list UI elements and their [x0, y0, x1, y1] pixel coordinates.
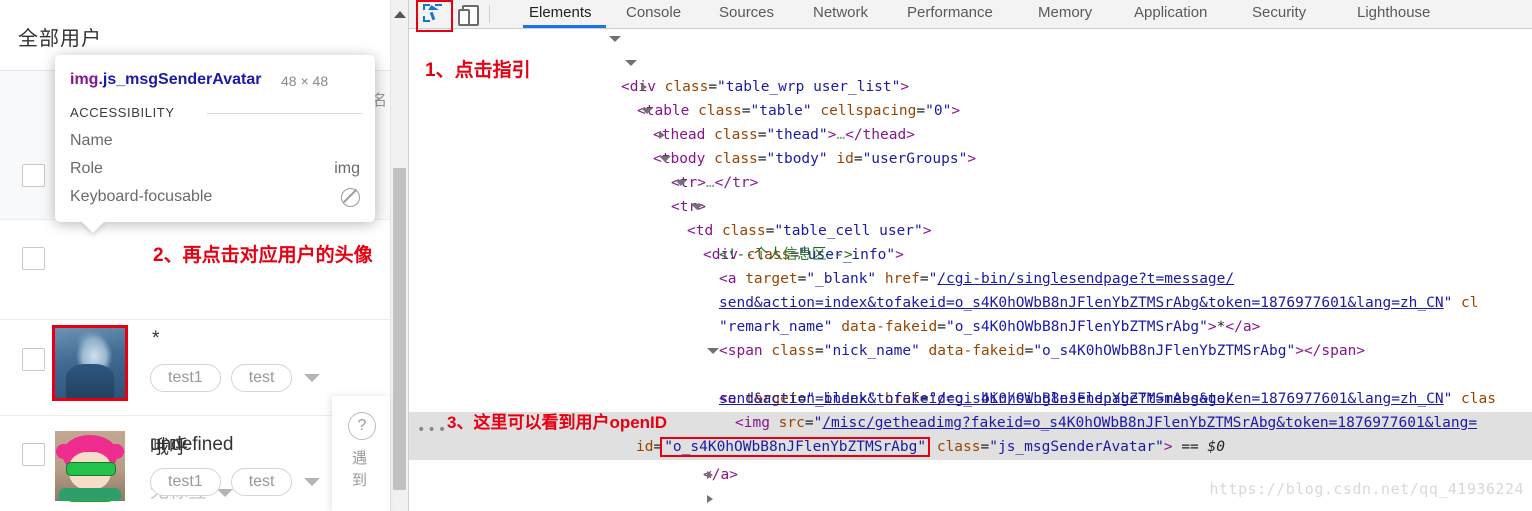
dom-line[interactable]: <tr> — [409, 147, 1532, 215]
tooltip-row-label: Role — [70, 160, 103, 177]
user-name: * — [152, 328, 160, 349]
tab-elements[interactable]: Elements — [529, 4, 592, 21]
page-title: 全部用户 — [18, 28, 102, 50]
tag-chip[interactable]: test — [230, 364, 293, 392]
tab-memory[interactable]: Memory — [1038, 4, 1092, 21]
tab-network[interactable]: Network — [813, 4, 868, 21]
collapse-triangle-icon[interactable] — [641, 83, 647, 91]
help-widget[interactable]: ? 遇到 — [332, 396, 390, 511]
tooltip-title: img.js_msgSenderAvatar — [70, 71, 262, 89]
collapse-triangle-icon[interactable] — [707, 495, 713, 503]
dom-line[interactable]: <!--个人信息区--> — [409, 219, 1532, 263]
expand-triangle-icon[interactable] — [641, 108, 653, 114]
avatar-hair-bun-right — [108, 443, 124, 459]
user-tags[interactable]: test1 test — [150, 364, 321, 392]
tag-chip[interactable]: test1 — [150, 364, 221, 392]
expand-triangle-icon[interactable] — [609, 36, 621, 42]
tooltip-class-name: .js_msgSenderAvatar — [98, 71, 262, 88]
dom-line[interactable]: <span class="nick_name" data-fakeid="o_s… — [409, 315, 1532, 359]
dom-line[interactable]: <div class="table_wrp user_list"> — [409, 29, 1532, 95]
dom-line[interactable]: <tbody class="tbody" id="userGroups"> — [409, 99, 1532, 167]
avatar-body — [59, 488, 121, 501]
chevron-down-icon[interactable] — [304, 373, 321, 382]
tab-performance[interactable]: Performance — [907, 4, 993, 21]
watermark: https://blog.csdn.net/qq_41936224 — [1209, 480, 1524, 498]
tooltip-dimensions: 48 × 48 — [281, 73, 329, 89]
inspect-element-icon — [423, 4, 442, 22]
dom-line[interactable]: <table class="table" cellspacing="0"> — [409, 51, 1532, 119]
tag-chip[interactable]: test — [230, 468, 293, 496]
dom-tree[interactable]: ••• <div class="table_wrp user_list"> <t… — [409, 29, 1532, 511]
devtools-panel: Elements Console Sources Network Perform… — [408, 0, 1532, 511]
row-checkbox[interactable] — [22, 443, 45, 466]
dom-line[interactable]: send&action=index&tofakeid=o_s4K0hOWbB8n… — [409, 267, 1532, 311]
dom-line[interactable]: "remark_name" data-fakeid="o_s4K0hOWbB8n… — [409, 291, 1532, 335]
active-tab-indicator — [523, 25, 606, 28]
avatar[interactable] — [55, 431, 125, 501]
row-checkbox[interactable] — [22, 247, 45, 270]
expand-triangle-icon[interactable] — [659, 156, 671, 162]
dom-line[interactable]: <td class="table_cell user"> — [409, 171, 1532, 239]
tab-application[interactable]: Application — [1134, 4, 1207, 21]
annotation-step-3: 3、这里可以看到用户openID — [447, 413, 668, 432]
avatar[interactable] — [52, 325, 128, 401]
table-row[interactable] — [0, 220, 390, 320]
tab-sources[interactable]: Sources — [719, 4, 774, 21]
dom-line[interactable]: </a> — [409, 439, 1532, 483]
dom-line[interactable]: <thead class="thead">…</thead> — [409, 75, 1532, 143]
tab-console[interactable]: Console — [626, 4, 681, 21]
tooltip-row-name: Name — [70, 132, 360, 150]
avatar-hair-bun-left — [56, 443, 72, 459]
tooltip-divider — [207, 113, 362, 114]
expand-triangle-icon[interactable] — [625, 60, 637, 66]
row-checkbox[interactable] — [22, 348, 45, 371]
dom-line[interactable]: send&action=index&tofakeid=o_s4K0hOWbB8n… — [409, 363, 1532, 407]
dom-line[interactable]: <a target="_blank" href="/cgi-bin/single… — [409, 243, 1532, 287]
tooltip-row-keyboard-focusable: Keyboard-focusable — [70, 188, 360, 209]
tooltip-row-label: Name — [70, 132, 113, 149]
expand-triangle-icon[interactable] — [707, 348, 719, 354]
tab-lighthouse[interactable]: Lighthouse — [1357, 4, 1430, 21]
screenshot-root: 全部用户 黑名 * test1test undefined 无标签 — [0, 0, 1532, 511]
user-name: 哦呼 — [150, 437, 189, 458]
scrollbar-thumb[interactable] — [393, 168, 406, 490]
left-panel-scrollbar[interactable] — [390, 0, 408, 511]
help-widget-label: 遇到 — [352, 450, 368, 489]
blocked-icon — [341, 188, 360, 209]
dom-line[interactable]: <a target="_blank" href="/cgi-bin/single… — [409, 339, 1532, 407]
inspect-element-button[interactable] — [416, 0, 453, 32]
chevron-down-icon[interactable] — [304, 477, 321, 486]
tab-security[interactable]: Security — [1252, 4, 1306, 21]
annotation-step-2: 2、再点击对应用户的头像 — [153, 245, 373, 266]
avatar-glasses — [66, 461, 116, 476]
expand-triangle-icon[interactable] — [691, 204, 703, 210]
row-checkbox[interactable] — [22, 164, 45, 187]
device-toolbar-icon — [458, 5, 479, 26]
dom-line[interactable]: <div class="user_info"> — [409, 195, 1532, 263]
question-mark-icon[interactable]: ? — [348, 412, 376, 440]
toolbar-divider — [489, 5, 490, 23]
annotation-step-1: 1、点击指引 — [425, 60, 531, 81]
collapse-triangle-icon[interactable] — [707, 471, 713, 479]
tooltip-row-label: Keyboard-focusable — [70, 188, 213, 205]
collapse-triangle-icon[interactable] — [659, 131, 665, 139]
devtools-tabbar: Elements Console Sources Network Perform… — [409, 0, 1532, 32]
device-toolbar-button[interactable] — [458, 4, 479, 26]
accessibility-tooltip: img.js_msgSenderAvatar 48 × 48 ACCESSIBI… — [55, 55, 375, 222]
tooltip-section-title: ACCESSIBILITY — [70, 105, 175, 120]
tooltip-row-value: img — [334, 160, 360, 177]
dom-line[interactable]: <tr>…</tr> — [409, 123, 1532, 191]
user-tags[interactable]: test1 test — [150, 468, 321, 496]
expand-triangle-icon[interactable] — [675, 180, 687, 186]
tag-chip[interactable]: test1 — [150, 468, 221, 496]
tooltip-tag-name: img — [70, 71, 99, 88]
scroll-up-arrow-icon[interactable] — [394, 11, 406, 18]
tooltip-row-role: Role img — [70, 160, 360, 178]
